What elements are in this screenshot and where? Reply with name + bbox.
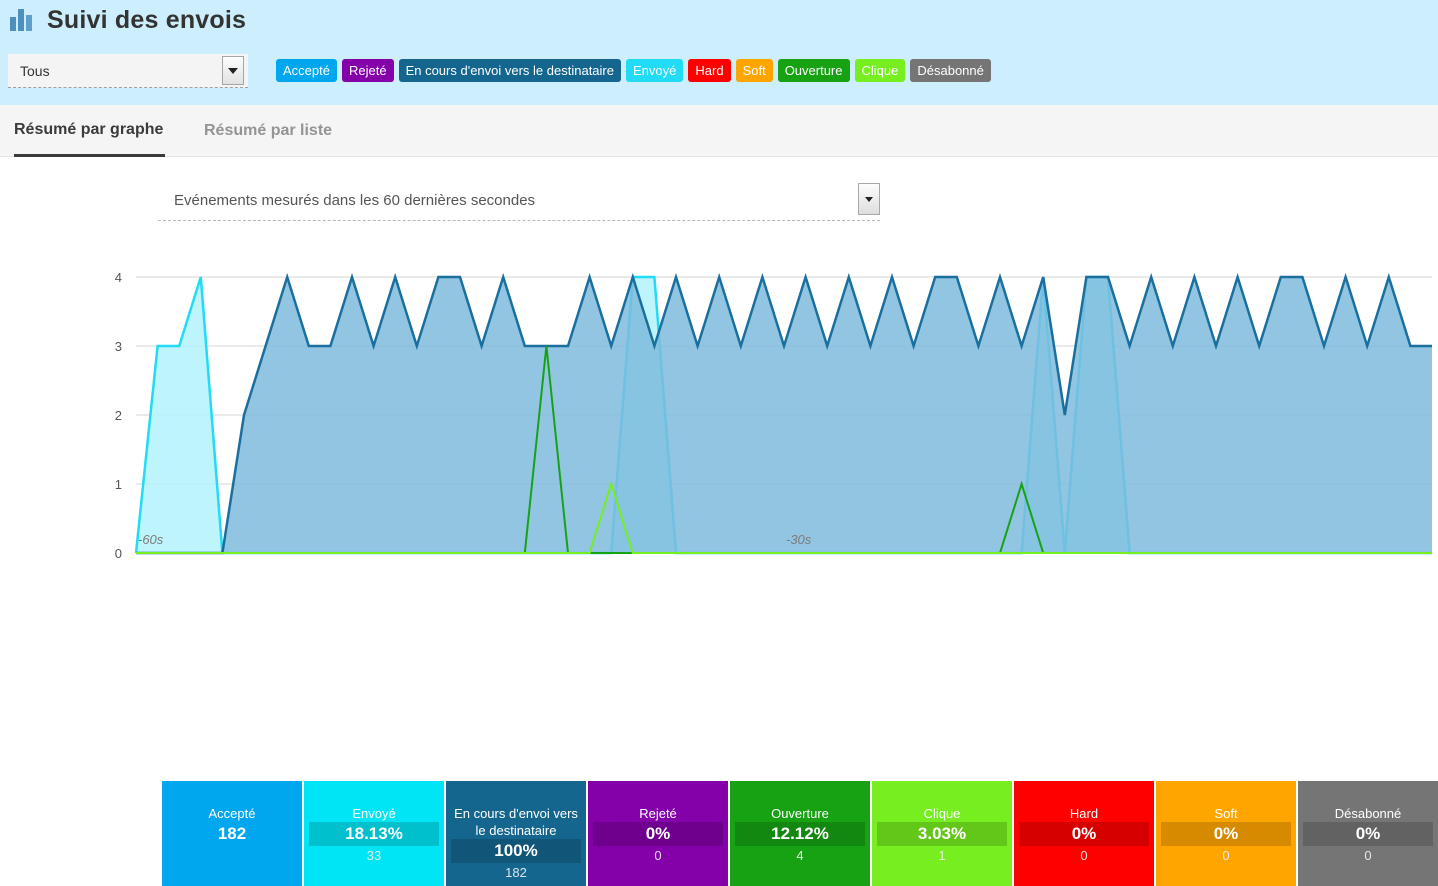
filter-badge[interactable]: Hard — [688, 59, 731, 82]
stat-card-label: Soft — [1214, 806, 1238, 821]
stat-card[interactable]: Désabonné 0% 0 — [1298, 781, 1438, 886]
stat-card-inner: Hard 0% 0 — [1014, 805, 1154, 866]
events-area-chart: 0 1 2 3 4 -60s -30s — [0, 157, 1438, 627]
stat-card[interactable]: Envoyé 18.13% 33 — [304, 781, 444, 886]
stat-card-inner: Rejeté 0% 0 — [588, 805, 728, 866]
stat-card-percent-row: 18.13% — [309, 822, 439, 846]
stat-card-percent: 0% — [1213, 824, 1239, 843]
filter-badge[interactable]: Désabonné — [910, 59, 991, 82]
stat-card-percent: 0% — [645, 824, 671, 843]
stat-card[interactable]: Accepté 182 — [162, 781, 302, 886]
stat-card-count: 0 — [654, 848, 662, 863]
stat-card-inner: Ouverture 12.12% 4 — [730, 805, 870, 866]
stat-card-inner: Soft 0% 0 — [1156, 805, 1296, 866]
filter-badge[interactable]: Envoyé — [626, 59, 684, 82]
stat-card-percent-row: 0% — [1019, 822, 1149, 846]
stat-card-count: 182 — [505, 865, 527, 880]
stat-card[interactable]: Rejeté 0% 0 — [588, 781, 728, 886]
page-header: Suivi des envois Tous Accepté Rejeté En co… — [0, 0, 1438, 105]
stat-card-percent: 18.13% — [345, 824, 403, 843]
chevron-down-icon[interactable] — [222, 56, 244, 85]
series-area — [136, 277, 1432, 553]
y-axis-tick-label: 0 — [115, 546, 122, 561]
chart-svg: 0 1 2 3 4 -60s -30s — [115, 270, 1432, 561]
y-axis-tick-label: 1 — [115, 477, 122, 492]
filter-badge[interactable]: Soft — [735, 59, 773, 82]
stat-card-percent: 0% — [1355, 824, 1381, 843]
stat-card[interactable]: Clique 3.03% 1 — [872, 781, 1012, 886]
stat-card-value: 182 — [217, 824, 247, 843]
bar-chart-icon — [10, 9, 32, 31]
stat-card-inner: Envoyé 18.13% 33 — [304, 805, 444, 866]
series-1 — [136, 272, 1432, 555]
stat-card-label: En cours d'envoi vers le destinataire — [454, 806, 578, 838]
scope-select-value: Tous — [20, 63, 50, 79]
stat-card[interactable]: Soft 0% 0 — [1156, 781, 1296, 886]
stat-card-inner: Désabonné 0% 0 — [1298, 805, 1438, 866]
stat-card[interactable]: En cours d'envoi vers le destinataire 100… — [446, 781, 586, 886]
filter-badge[interactable]: Rejeté — [341, 59, 394, 82]
stat-card-percent-row: 12.12% — [735, 822, 865, 846]
stat-card-count: 0 — [1222, 848, 1230, 863]
tab-label: Résumé par liste — [204, 122, 333, 139]
stat-card-count: 0 — [1080, 848, 1088, 863]
stat-card-percent: 12.12% — [771, 824, 829, 843]
stat-card-percent-row: 100% — [451, 839, 581, 863]
stat-card-inner: En cours d'envoi vers le destinataire 100… — [446, 805, 586, 883]
stat-card-inner: Accepté 182 — [162, 805, 302, 846]
stat-card-percent: 0% — [1071, 824, 1097, 843]
stat-card-label: Clique — [923, 806, 961, 821]
stat-card-count: 0 — [1364, 848, 1372, 863]
stat-card-inner: Clique 3.03% 1 — [872, 805, 1012, 866]
stat-card-label: Envoyé — [352, 806, 396, 821]
stat-card-list: Accepté 182 Envoyé 18.13% 33 En cours d'envoi… — [162, 781, 1438, 886]
scope-select[interactable]: Tous — [8, 54, 248, 88]
filter-badge-list: Accepté Rejeté En cours d'envoi vers le de… — [276, 59, 991, 82]
stat-card-label: Rejeté — [639, 806, 677, 821]
stat-card-percent: 100% — [494, 841, 538, 860]
y-axis-tick-label: 4 — [115, 270, 122, 285]
graph-panel: Evénements mesurés dans les 60 dernières… — [0, 157, 1438, 886]
y-axis-tick-label: 2 — [115, 408, 122, 423]
x-axis-tick-label: -30s — [786, 532, 812, 547]
stat-card-percent-row: 0% — [593, 822, 723, 846]
tab-bar: Résumé par graphe Résumé par liste — [0, 105, 1438, 157]
tab-label: Résumé par graphe — [14, 120, 164, 138]
stat-card[interactable]: Ouverture 12.12% 4 — [730, 781, 870, 886]
stat-card-label: Désabonné — [1334, 806, 1402, 821]
y-axis-tick-label: 3 — [115, 339, 122, 354]
stat-card-label: Accepté — [208, 806, 256, 821]
filter-badge[interactable]: En cours d'envoi vers le destinataire — [398, 59, 621, 82]
stat-card-count: 1 — [938, 848, 946, 863]
page-title: Suivi des envois — [47, 6, 247, 34]
stat-card[interactable]: Hard 0% 0 — [1014, 781, 1154, 886]
stat-card-percent-row: 0% — [1303, 822, 1433, 846]
stat-card-percent: 3.03% — [917, 824, 967, 843]
x-axis-tick-label: -60s — [138, 532, 164, 547]
title-row: Suivi des envois — [10, 6, 246, 34]
stat-card-percent-row: 3.03% — [877, 822, 1007, 846]
filter-badge[interactable]: Clique — [854, 59, 906, 82]
stat-card-count: 4 — [796, 848, 804, 863]
filter-badge[interactable]: Ouverture — [777, 59, 850, 82]
stat-card-count: 33 — [366, 848, 382, 863]
tab-resume-par-liste[interactable]: Résumé par liste — [204, 105, 332, 157]
stat-card-label: Ouverture — [771, 806, 829, 821]
filter-badge[interactable]: Accepté — [276, 59, 337, 82]
stat-card-percent-row: 0% — [1161, 822, 1291, 846]
stat-card-label: Hard — [1069, 806, 1099, 821]
tab-resume-par-graphe[interactable]: Résumé par graphe — [14, 105, 166, 157]
